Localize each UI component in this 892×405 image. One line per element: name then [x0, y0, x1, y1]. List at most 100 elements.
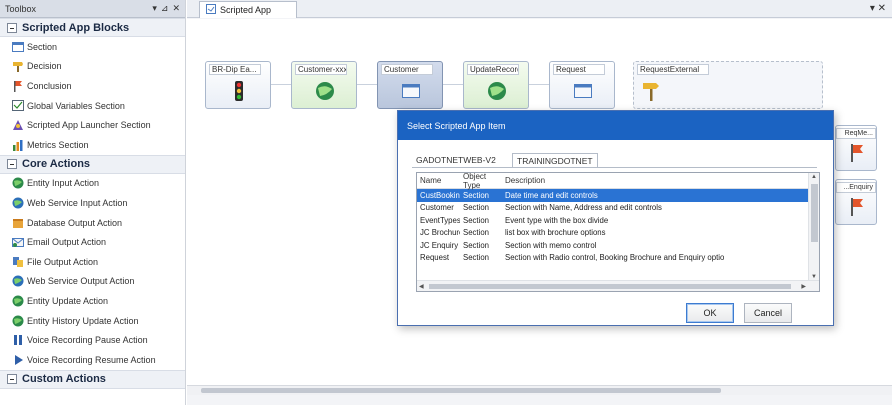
globe-icon [12, 197, 24, 209]
toolbox-item-launcher-section[interactable]: Scripted App Launcher Section [0, 115, 185, 135]
flow-block-request-external[interactable]: RequestExternal [633, 61, 823, 109]
toolbox-group-custom-actions[interactable]: Custom Actions [0, 369, 185, 389]
scrollbar-thumb[interactable] [811, 184, 818, 242]
flag-icon [850, 144, 864, 164]
column-header-object-type[interactable]: Object Type [460, 173, 502, 190]
tab-trainingdotnet[interactable]: TRAININGDOTNET [512, 153, 598, 167]
flow-block-customer[interactable]: Customer [377, 61, 443, 109]
window-icon [572, 80, 594, 102]
column-header-description[interactable]: Description [502, 176, 802, 185]
column-header-name[interactable]: Name [417, 176, 460, 185]
tab-divider [412, 167, 817, 168]
row-name: Customer [420, 203, 454, 213]
toolbox-item-entity-input-action[interactable]: Entity Input Action [0, 174, 185, 194]
flag-icon [850, 198, 864, 218]
toolbox-panel: Toolbox ▾ ⊿ ✕ Scripted App Blocks Sectio… [0, 0, 186, 405]
tab-scripted-app[interactable]: Scripted App [199, 1, 297, 18]
document-close-button[interactable]: ▾ ✕ [870, 3, 886, 14]
list-row[interactable]: CustBooking Section Date time and edit c… [417, 189, 819, 202]
row-name: JC Enquiry [420, 240, 459, 250]
signpost-icon [640, 80, 662, 102]
toolbox-item-decision[interactable]: Decision [0, 57, 185, 77]
toolbox-group-label: Core Actions [22, 158, 91, 171]
toolbox-item-conclusion[interactable]: Conclusion [0, 76, 185, 96]
canvas-horizontal-scrollbar[interactable] [187, 385, 892, 395]
section-icon [12, 41, 24, 53]
globe-icon [486, 80, 508, 102]
toolbox-item-label: Entity Input Action [27, 178, 100, 189]
toolbox-group-core-actions[interactable]: Core Actions [0, 154, 185, 174]
list-row[interactable]: JC Brochure Section list box with brochu… [417, 227, 819, 240]
row-type: Section [463, 240, 490, 250]
dialog-title-bar[interactable]: Select Scripted App Item [398, 111, 833, 140]
ok-button[interactable]: OK [686, 303, 734, 323]
scrollbar-thumb[interactable] [429, 284, 791, 289]
toolbox-item-label: Metrics Section [27, 139, 89, 150]
toolbox-item-label: Voice Recording Resume Action [27, 354, 156, 365]
toolbox-item-metrics-section[interactable]: Metrics Section [0, 135, 185, 155]
collapse-icon[interactable] [7, 374, 17, 384]
scroll-left-icon[interactable]: ◀ [419, 283, 424, 290]
flow-block-update-record[interactable]: UpdateRecord [463, 61, 529, 109]
globe-icon [12, 295, 24, 307]
row-type: Section [463, 253, 490, 263]
toolbox-group-scripted-app-blocks[interactable]: Scripted App Blocks [0, 18, 185, 37]
globe-icon [12, 275, 24, 287]
globe-icon [12, 177, 24, 189]
tab-gadotnetweb-v2[interactable]: GADOTNETWEB-V2 [412, 153, 500, 167]
flow-block-enquiry[interactable]: ...Enquiry [835, 179, 877, 225]
toolbox-item-database-output-action[interactable]: Database Output Action [0, 213, 185, 233]
scroll-right-icon[interactable]: ▶ [801, 283, 806, 290]
toolbox-item-global-variables-section[interactable]: Global Variables Section [0, 96, 185, 116]
pause-icon [12, 334, 24, 346]
list-row[interactable]: JC Enquiry Section Section with memo con… [417, 239, 819, 252]
toolbox-item-entity-update-action[interactable]: Entity Update Action [0, 291, 185, 311]
collapse-icon[interactable] [7, 159, 17, 170]
toolbox-item-email-output-action[interactable]: Email Output Action [0, 232, 185, 252]
flow-block-request[interactable]: Request [549, 61, 615, 109]
block-label: Customer [381, 64, 433, 75]
toolbox-close-button[interactable]: ✕ [172, 3, 180, 14]
toolbox-dropdown-button[interactable]: ▾ [152, 3, 157, 14]
toolbox-item-voice-recording-pause-action[interactable]: Voice Recording Pause Action [0, 330, 185, 350]
toolbox-pin-button[interactable]: ⊿ [161, 3, 169, 14]
toolbox-item-web-service-output-action[interactable]: Web Service Output Action [0, 272, 185, 292]
list-row[interactable]: Request Section Section with Radio contr… [417, 252, 819, 265]
toolbox-item-label: Conclusion [27, 80, 72, 91]
toolbox-item-section[interactable]: Section [0, 37, 185, 57]
row-description: Section with Name, Address and edit cont… [505, 203, 662, 213]
toolbox-item-label: Entity Update Action [27, 295, 109, 306]
conclusion-icon [12, 80, 24, 92]
toolbox-group-label: Custom Actions [22, 373, 106, 385]
toolbox-item-entity-history-update-action[interactable]: Entity History Update Action [0, 311, 185, 331]
collapse-icon[interactable] [7, 22, 17, 33]
toolbox-item-voice-recording-resume-action[interactable]: Voice Recording Resume Action [0, 350, 185, 370]
toolbox-item-label: Web Service Output Action [27, 276, 135, 287]
block-label: UpdateRecord [467, 64, 519, 75]
row-description: Section with memo control [505, 240, 597, 250]
row-name: EventTypes [420, 215, 460, 225]
flow-block-br-dip[interactable]: BR-Dip Ea... [205, 61, 271, 109]
toolbox-title: Toolbox [5, 3, 37, 14]
row-type: Section [463, 203, 490, 213]
dialog-body: GADOTNETWEB-V2 TRAININGDOTNET Name Objec… [398, 140, 833, 325]
flow-block-customer-xxx[interactable]: Customer-xxx [291, 61, 357, 109]
list-row[interactable]: Customer Section Section with Name, Addr… [417, 202, 819, 215]
list-vertical-scrollbar[interactable]: ▲ ▼ [808, 173, 819, 281]
toolbox-item-web-service-input-action[interactable]: Web Service Input Action [0, 193, 185, 213]
scroll-up-icon[interactable]: ▲ [811, 174, 817, 180]
select-scripted-app-item-dialog: Select Scripted App Item GADOTNETWEB-V2 … [397, 110, 834, 326]
database-icon [12, 217, 24, 229]
block-label: BR-Dip Ea... [209, 64, 261, 75]
list-horizontal-scrollbar[interactable]: ◀ ▶ [417, 280, 819, 291]
list-row[interactable]: EventTypes Section Event type with the b… [417, 214, 819, 227]
flow-block-req-me[interactable]: ReqMe... [835, 125, 877, 171]
toolbox-item-file-output-action[interactable]: File Output Action [0, 252, 185, 272]
toolbox-item-label: Scripted App Launcher Section [27, 120, 151, 131]
row-name: Request [420, 253, 450, 263]
toolbox-item-label: Voice Recording Pause Action [27, 335, 148, 346]
row-name: JC Brochure [420, 228, 460, 238]
scripted-app-item-list[interactable]: Name Object Type Description CustBooking… [416, 172, 820, 292]
scrollbar-thumb[interactable] [201, 388, 721, 393]
cancel-button[interactable]: Cancel [744, 303, 792, 323]
